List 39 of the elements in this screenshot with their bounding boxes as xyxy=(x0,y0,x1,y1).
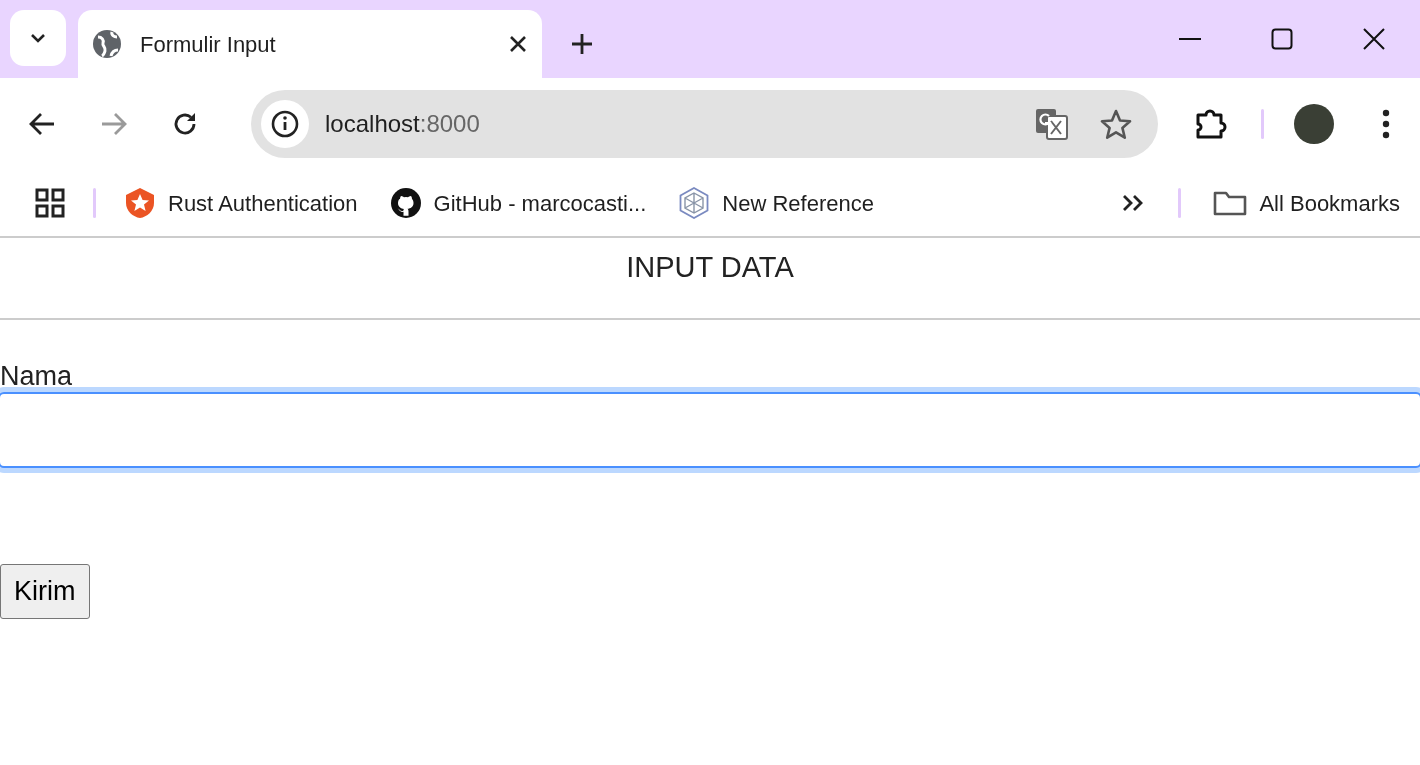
bookmark-link[interactable]: Rust Authentication xyxy=(124,186,358,220)
close-icon xyxy=(508,34,528,54)
github-cat-icon xyxy=(389,187,422,219)
star-icon xyxy=(1099,109,1132,139)
all-bookmarks-button[interactable]: All Bookmarks xyxy=(1213,186,1400,220)
bookmark-link[interactable]: New Reference xyxy=(678,186,874,220)
page-heading: INPUT DATA xyxy=(0,238,1420,320)
bookmark-link[interactable]: GitHub - marcocasti... xyxy=(389,186,647,220)
maximize-icon xyxy=(1271,28,1293,50)
more-vertical-icon xyxy=(1382,109,1391,139)
apps-button[interactable] xyxy=(35,188,65,218)
submit-button[interactable]: Kirim xyxy=(0,564,90,619)
puzzle-icon xyxy=(1194,108,1229,140)
hexagon-logo-icon xyxy=(678,187,711,219)
chevron-down-icon xyxy=(29,32,47,44)
tab-title: Formulir Input xyxy=(140,30,277,59)
new-tab-button[interactable] xyxy=(570,32,594,56)
globe-icon xyxy=(92,29,122,59)
address-bar[interactable]: localhost:8000 xyxy=(251,90,1158,158)
minimize-icon xyxy=(1179,37,1201,41)
translate-icon xyxy=(1034,108,1069,140)
close-icon xyxy=(1363,28,1385,50)
site-info-button[interactable] xyxy=(261,100,309,148)
apps-grid-icon xyxy=(35,188,65,218)
url-port: :8000 xyxy=(419,110,480,137)
browser-tab[interactable]: Formulir Input xyxy=(78,10,542,78)
profile-button[interactable] xyxy=(1294,104,1335,144)
double-chevron-icon xyxy=(1122,194,1145,212)
info-icon xyxy=(271,110,299,138)
plus-icon xyxy=(570,32,594,56)
more-bookmarks-button[interactable] xyxy=(1122,194,1145,212)
forward-arrow-icon xyxy=(100,112,127,136)
field-label: Nama xyxy=(0,360,73,393)
url-host: localhost xyxy=(325,110,420,137)
shield-star-icon xyxy=(124,187,156,219)
back-arrow-icon xyxy=(28,112,55,136)
name-input-field[interactable] xyxy=(0,392,1420,469)
folder-icon xyxy=(1213,190,1248,216)
close-tab-button[interactable] xyxy=(508,34,528,54)
